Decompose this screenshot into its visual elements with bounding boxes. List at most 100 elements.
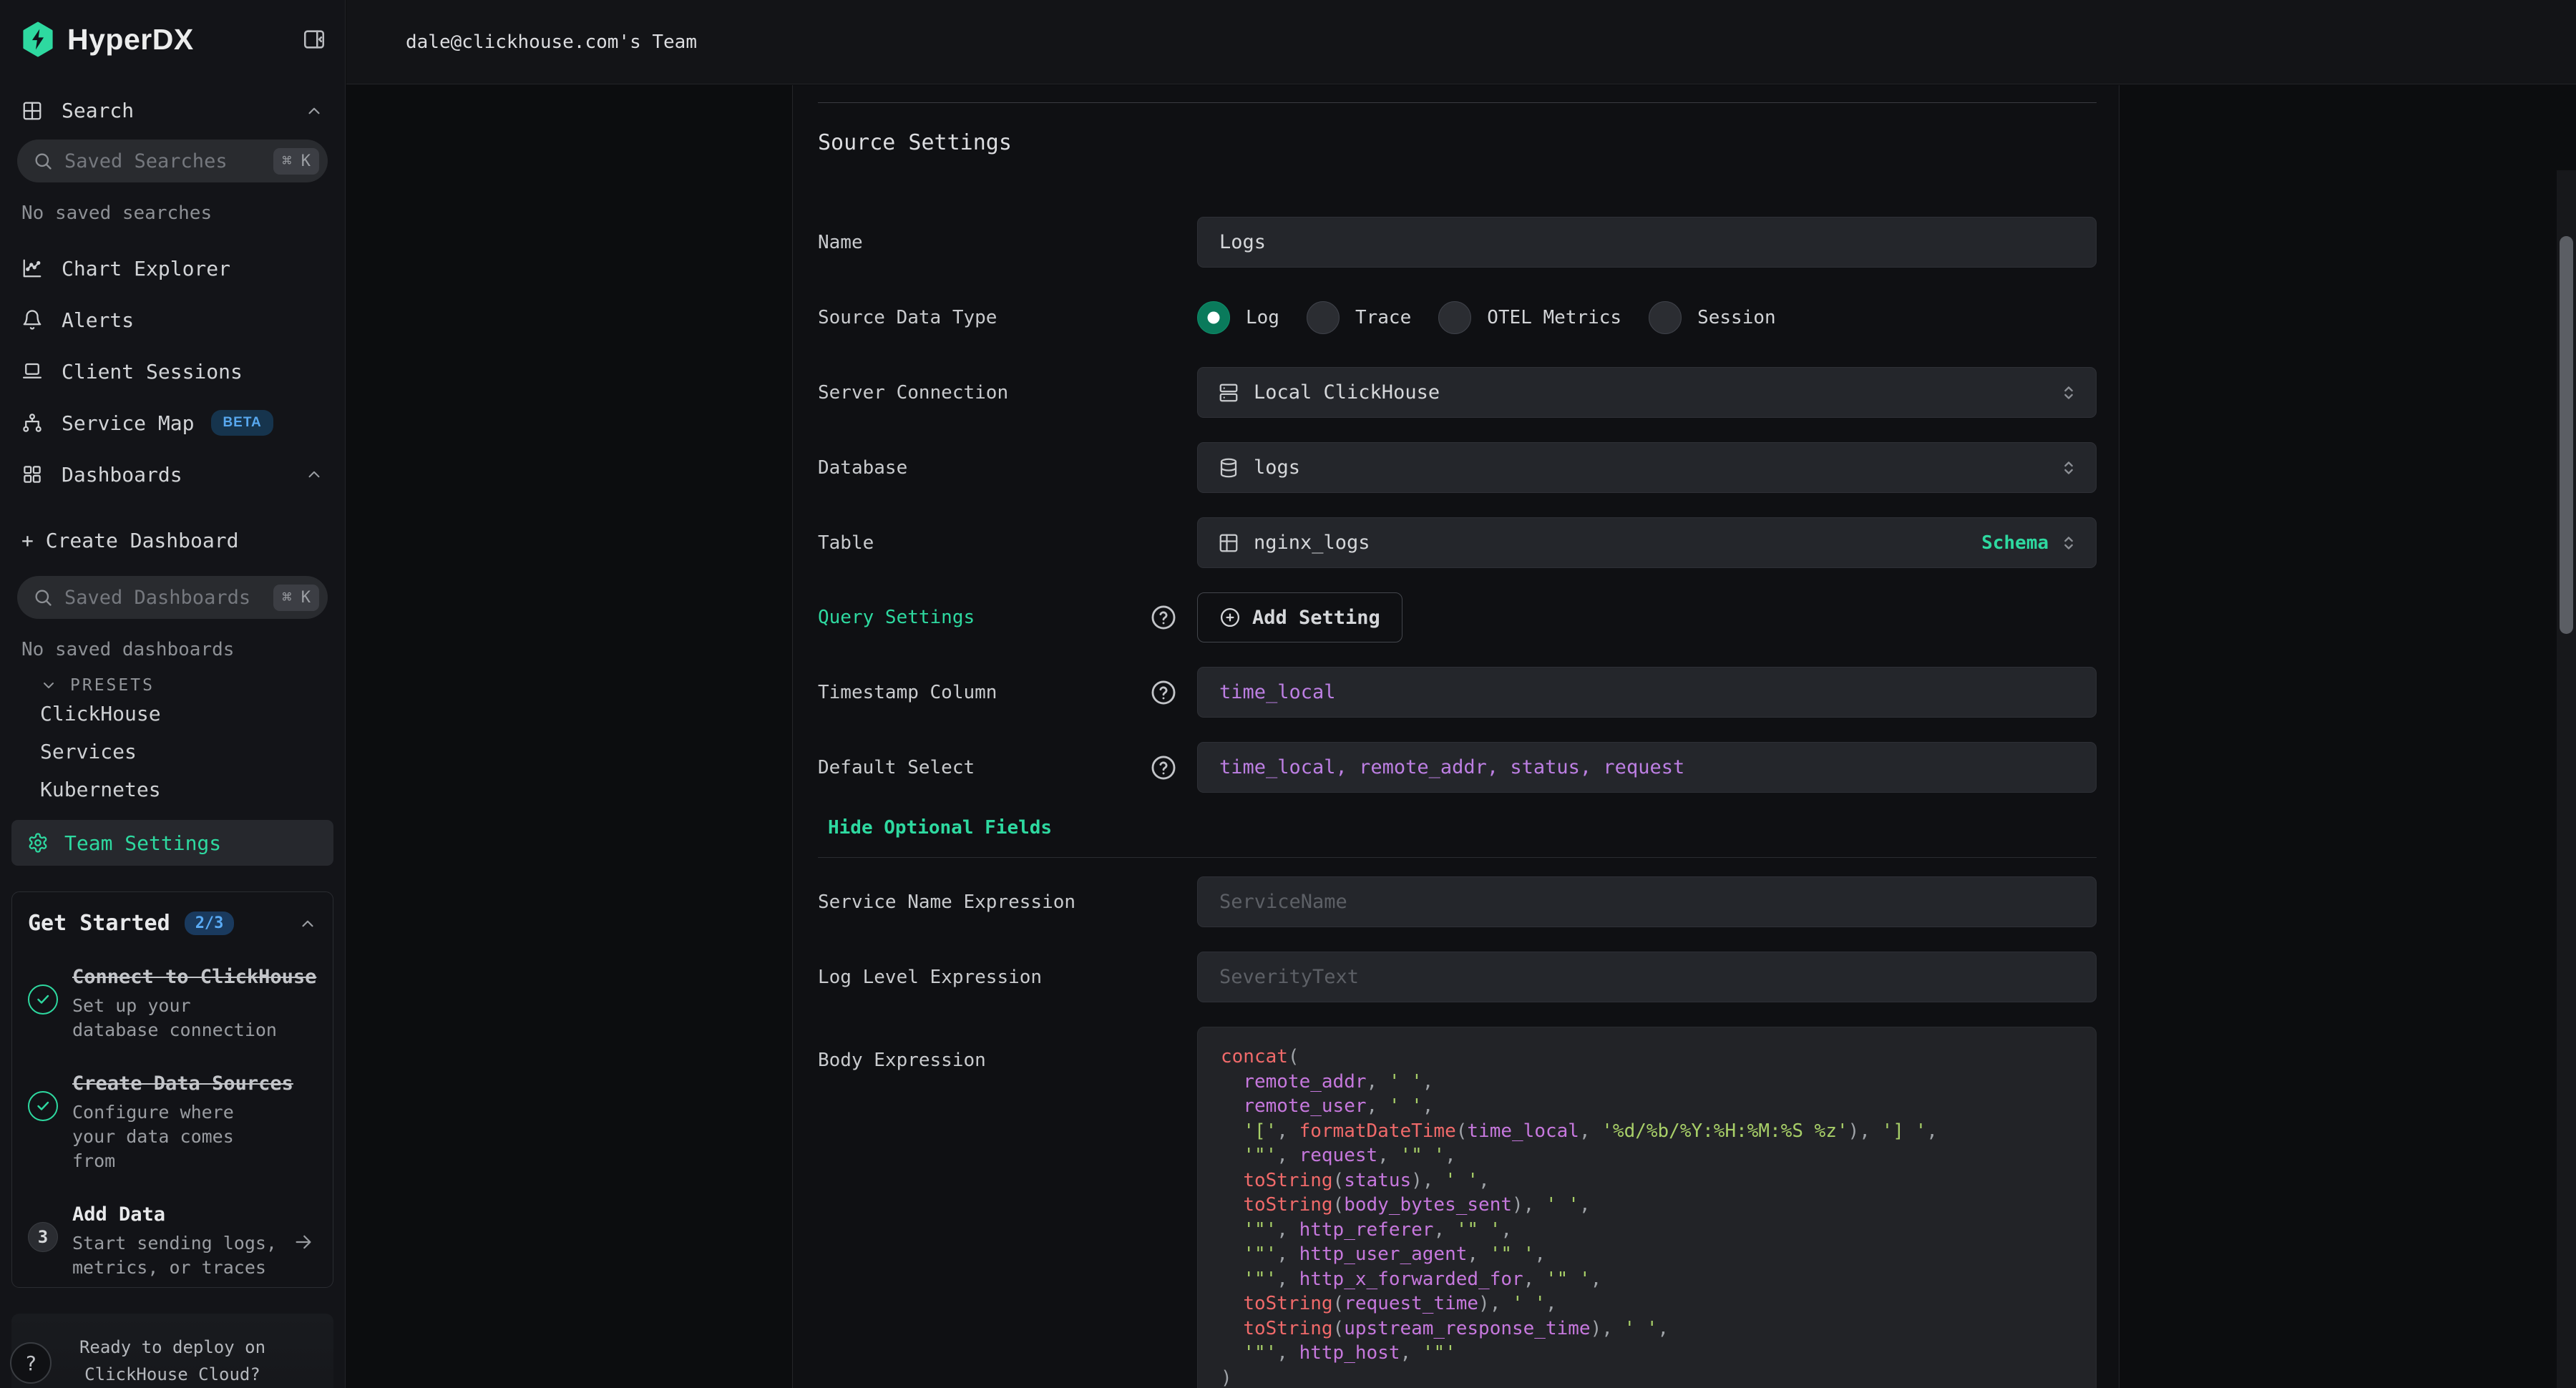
- search-icon: [33, 151, 53, 171]
- radio-icon[interactable]: [1197, 301, 1230, 334]
- saved-dashboards-input[interactable]: Saved Dashboards ⌘ K: [17, 576, 328, 619]
- server-icon: [1218, 382, 1239, 404]
- log-level-input[interactable]: [1197, 952, 2097, 1002]
- step-title: Connect to ClickHouse: [72, 966, 317, 988]
- service-name-label: Service Name Expression: [818, 891, 1075, 913]
- step-indicator: [28, 1072, 72, 1173]
- body-expression-editor[interactable]: concat( remote_addr, ' ', remote_user, '…: [1197, 1027, 2097, 1388]
- query-settings-row: Query Settings Add Setting: [818, 592, 2097, 642]
- step-body: Create Data Sources Configure where your …: [72, 1072, 317, 1173]
- create-dashboard-button[interactable]: + Create Dashboard: [0, 522, 345, 559]
- get-started-step[interactable]: 3Add DataStart sending logs, metrics, or…: [28, 1203, 317, 1280]
- sidebar-item-service-map[interactable]: Service MapBETA: [0, 397, 345, 449]
- radio-option-session[interactable]: Session: [1649, 301, 1776, 334]
- sidebar-item-client-sessions[interactable]: Client Sessions: [0, 346, 345, 397]
- radio-label: OTEL Metrics: [1487, 307, 1621, 328]
- default-select-label: Default Select: [818, 757, 975, 778]
- gear-icon: [27, 832, 49, 854]
- chevron-up-icon[interactable]: [305, 102, 323, 120]
- help-circle-icon[interactable]: [1150, 604, 1177, 631]
- help-circle-icon[interactable]: [1150, 679, 1177, 706]
- database-icon: [1218, 457, 1239, 479]
- get-started-step[interactable]: Create Data Sources Configure where your …: [28, 1072, 317, 1173]
- table-select[interactable]: nginx_logs Schema: [1197, 517, 2097, 568]
- chevron-up-icon[interactable]: [298, 914, 317, 933]
- hide-optional-fields-link[interactable]: Hide Optional Fields: [828, 817, 2097, 839]
- body-expression-row: Body Expression concat( remote_addr, ' '…: [818, 1027, 2097, 1388]
- help-circle-icon[interactable]: [1150, 754, 1177, 781]
- sidebar-item-chart-explorer[interactable]: Chart Explorer: [0, 243, 345, 294]
- database-select[interactable]: logs: [1197, 442, 2097, 493]
- timestamp-column-input[interactable]: [1197, 667, 2097, 718]
- main-area: Source Settings Name Source Data Type Lo…: [346, 85, 2576, 1388]
- presets-header[interactable]: PRESETS: [0, 676, 345, 695]
- radio-icon[interactable]: [1438, 301, 1471, 334]
- sidebar-item-alerts[interactable]: Alerts: [0, 294, 345, 346]
- radio-option-trace[interactable]: Trace: [1307, 301, 1411, 334]
- sidebar-item-label: Dashboards: [62, 463, 182, 487]
- radio-icon[interactable]: [1649, 301, 1682, 334]
- get-started-title: Get Started: [28, 911, 170, 936]
- optional-divider: [818, 857, 2097, 858]
- team-title: dale@clickhouse.com's Team: [406, 31, 697, 53]
- chevron-up-icon[interactable]: [305, 465, 323, 484]
- step-title: Add Data: [72, 1203, 293, 1226]
- preset-item-services[interactable]: Services: [0, 733, 345, 771]
- circle-plus-icon: [1219, 607, 1241, 628]
- radio-icon[interactable]: [1307, 301, 1340, 334]
- get-started-steps: Connect to ClickHouseSet up your databas…: [28, 966, 317, 1280]
- collapse-sidebar-icon[interactable]: [302, 27, 326, 52]
- scrollbar-track[interactable]: [2557, 170, 2576, 1388]
- shortcut-badge: ⌘ K: [273, 585, 319, 611]
- get-started-step[interactable]: Connect to ClickHouseSet up your databas…: [28, 966, 317, 1042]
- schema-button[interactable]: Schema: [1981, 532, 2049, 554]
- step-description: Configure where your data comes from: [72, 1100, 287, 1173]
- help-button[interactable]: ?: [10, 1342, 52, 1384]
- select-chevrons-icon: [2059, 383, 2079, 403]
- get-started-card: Get Started 2/3 Connect to ClickHouseSet…: [11, 891, 333, 1288]
- code-line: toString(upstream_response_time), ' ',: [1221, 1316, 2073, 1341]
- saved-searches-input[interactable]: Saved Searches ⌘ K: [17, 140, 328, 182]
- preset-item-kubernetes[interactable]: Kubernetes: [0, 771, 345, 808]
- default-select-input[interactable]: [1197, 742, 2097, 793]
- deploy-promo-card: Ready to deploy on ClickHouse Cloud? Get…: [11, 1314, 333, 1388]
- table-value: nginx_logs: [1254, 532, 1981, 554]
- sidebar-item-dashboards[interactable]: Dashboards: [0, 449, 345, 500]
- radio-option-log[interactable]: Log: [1197, 301, 1279, 334]
- code-line: '"', request, '" ',: [1221, 1143, 2073, 1168]
- scrollbar-thumb[interactable]: [2560, 236, 2573, 634]
- alerts-icon: [21, 309, 43, 331]
- team-settings-label: Team Settings: [64, 831, 221, 855]
- server-connection-select[interactable]: Local ClickHouse: [1197, 367, 2097, 418]
- timestamp-column-label: Timestamp Column: [818, 682, 997, 703]
- sidebar-section-search[interactable]: Search: [0, 99, 345, 122]
- logo-row: HyperDX: [0, 0, 345, 57]
- service-map-icon: [21, 412, 43, 434]
- radio-label: Trace: [1355, 307, 1411, 328]
- code-line: concat(: [1221, 1045, 2073, 1070]
- presets-list: ClickHouseServicesKubernetes: [0, 695, 345, 808]
- code-line: '"', http_x_forwarded_for, '" ',: [1221, 1267, 2073, 1292]
- radio-label: Log: [1246, 307, 1279, 328]
- section-divider: [818, 102, 2097, 103]
- code-line: '"', http_host, '"': [1221, 1341, 2073, 1366]
- code-line: '"', http_referer, '" ',: [1221, 1218, 2073, 1243]
- code-line: '"', http_user_agent, '" ',: [1221, 1242, 2073, 1267]
- step-indicator: 3: [28, 1203, 72, 1280]
- name-input[interactable]: [1197, 217, 2097, 268]
- service-name-input[interactable]: [1197, 876, 2097, 927]
- step-body: Add DataStart sending logs, metrics, or …: [72, 1203, 293, 1280]
- source-settings-panel: Source Settings Name Source Data Type Lo…: [792, 85, 2119, 1388]
- code-line: toString(body_bytes_sent), ' ',: [1221, 1193, 2073, 1218]
- sidebar-item-label: Chart Explorer: [62, 257, 230, 280]
- radio-option-otel-metrics[interactable]: OTEL Metrics: [1438, 301, 1621, 334]
- add-setting-button[interactable]: Add Setting: [1197, 592, 1402, 642]
- step-title: Create Data Sources: [72, 1072, 317, 1095]
- preset-item-clickhouse[interactable]: ClickHouse: [0, 695, 345, 733]
- sidebar-item-team-settings[interactable]: Team Settings: [11, 820, 333, 866]
- presets-label: PRESETS: [70, 676, 155, 695]
- client-sessions-icon: [21, 361, 43, 382]
- database-row: Database logs: [818, 442, 2097, 493]
- body-expression-label: Body Expression: [818, 1050, 986, 1071]
- get-started-header[interactable]: Get Started 2/3: [28, 911, 317, 936]
